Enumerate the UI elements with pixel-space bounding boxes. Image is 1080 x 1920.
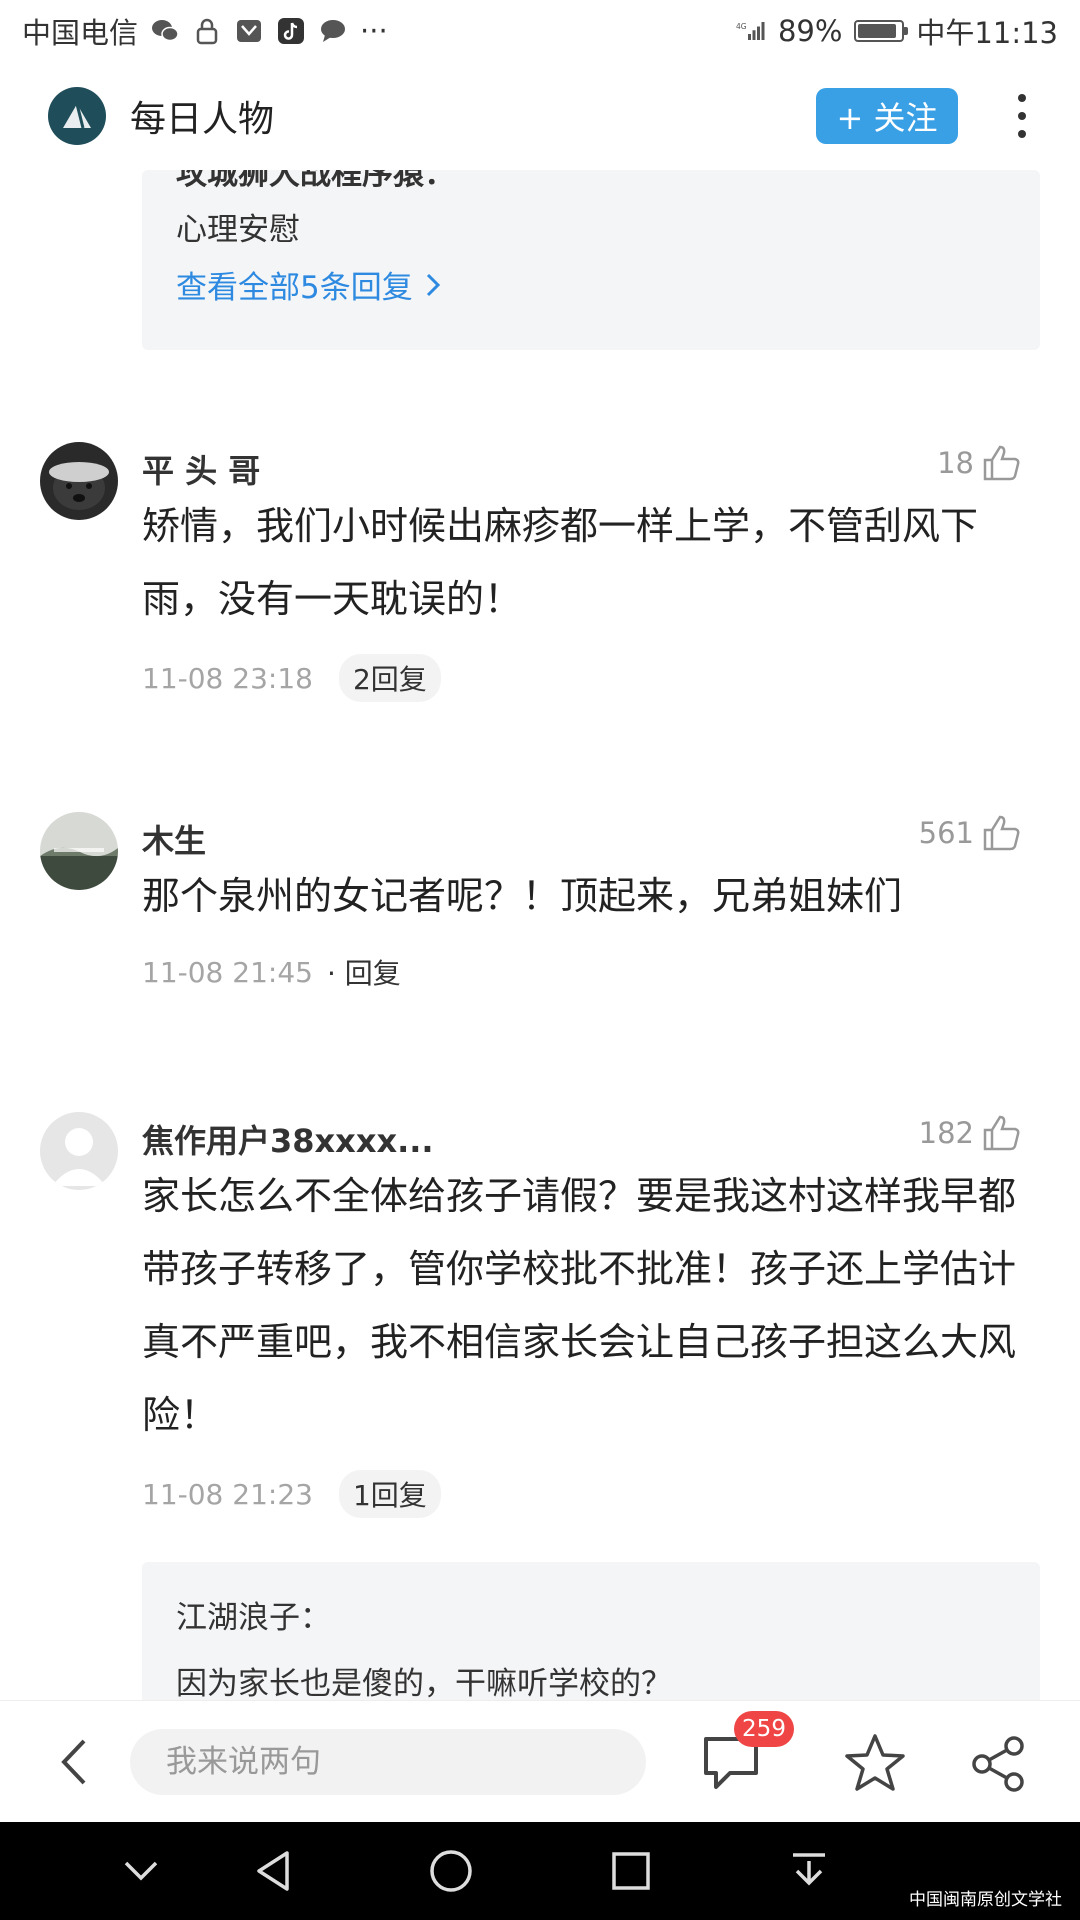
reply-author: 江湖浪子： bbox=[176, 1600, 331, 1636]
reply-text: 心理安慰 bbox=[176, 212, 300, 248]
comment-text: 矫情，我们小时候出麻疹都一样上学，不管刮风下雨，没有一天耽误的！ bbox=[142, 504, 979, 621]
battery-icon bbox=[854, 20, 909, 42]
follow-button[interactable]: + 关注 bbox=[816, 88, 958, 144]
comment-time: 11-08 23:18 bbox=[142, 661, 313, 695]
bottom-action-bar: 259 bbox=[0, 1700, 1080, 1822]
reply-button[interactable]: · 回复 bbox=[327, 952, 401, 992]
watermark-text: 中国闽南原创文学社 bbox=[909, 1890, 1062, 1910]
battery-percent: 89% bbox=[777, 14, 843, 48]
battery-fill bbox=[858, 24, 896, 38]
comment-input[interactable] bbox=[130, 1729, 646, 1795]
wechat-icon bbox=[150, 16, 180, 46]
comment-meta: 11-08 21:45 · 回复 bbox=[142, 952, 401, 992]
reply-count-button[interactable]: 2回复 bbox=[338, 654, 441, 702]
message-icon bbox=[318, 16, 348, 46]
channel-title[interactable]: 每日人物 bbox=[130, 90, 816, 142]
signal-icon: 4G bbox=[736, 16, 766, 46]
comment-meta: 11-08 21:23 1回复 bbox=[142, 1470, 441, 1518]
notification-pulldown-icon[interactable] bbox=[784, 1846, 834, 1896]
share-icon[interactable] bbox=[970, 1735, 1028, 1793]
thumbs-up-icon bbox=[983, 815, 1020, 851]
system-nav-bar: 中国闽南原创文学社 bbox=[0, 1822, 1080, 1920]
like-count: 18 bbox=[937, 446, 974, 480]
more-menu-icon[interactable] bbox=[1012, 94, 1032, 138]
reply-author: 攻城狮大战程序猿： bbox=[176, 170, 455, 192]
comment-list[interactable]: 攻城狮大战程序猿： 心理安慰 查看全部5条回复 平 头 哥 18 矫情，我们小时… bbox=[0, 170, 1080, 1700]
like-button[interactable]: 18 bbox=[937, 444, 1022, 482]
status-left: 中国电信 ··· bbox=[22, 10, 388, 52]
comment-username[interactable]: 焦作用户38xxxx... bbox=[142, 1116, 434, 1162]
status-bar: 中国电信 ··· 4G 89% 中午11:13 bbox=[0, 0, 1080, 62]
lock-notification-icon bbox=[192, 16, 222, 46]
comment-time: 11-08 21:23 bbox=[142, 1477, 313, 1511]
avatar[interactable] bbox=[40, 442, 118, 520]
view-all-label: 查看全部5条回复 bbox=[176, 270, 413, 306]
avatar[interactable] bbox=[40, 812, 118, 890]
view-all-replies-link[interactable]: 查看全部5条回复 bbox=[176, 262, 441, 307]
reply-thread: 攻城狮大战程序猿： 心理安慰 查看全部5条回复 bbox=[142, 170, 1040, 350]
comment-meta: 11-08 23:18 2回复 bbox=[142, 654, 441, 702]
app-header: 每日人物 + 关注 bbox=[0, 62, 1080, 170]
carrier-label: 中国电信 bbox=[22, 16, 139, 50]
channel-logo[interactable] bbox=[48, 87, 106, 145]
like-button[interactable]: 182 bbox=[919, 1114, 1022, 1152]
comment-username[interactable]: 木生 bbox=[142, 816, 206, 862]
back-arrow-icon[interactable] bbox=[56, 1737, 90, 1787]
tiktok-icon bbox=[276, 16, 306, 46]
reply-count-button[interactable]: 1回复 bbox=[338, 1470, 441, 1518]
reply-thread: 江湖浪子： 因为家长也是傻的，干嘛听学校的？ bbox=[142, 1562, 1040, 1700]
nav-back-icon[interactable] bbox=[248, 1846, 298, 1896]
comment-text: 家长怎么不全体给孩子请假？要是我这村这样我早都带孩子转移了，管你学校批不批准！孩… bbox=[142, 1174, 1017, 1437]
comment-username[interactable]: 平 头 哥 bbox=[142, 446, 260, 492]
comment-text: 那个泉州的女记者呢？！顶起来，兄弟姐妹们 bbox=[142, 874, 903, 918]
hide-nav-chevron-icon[interactable] bbox=[116, 1846, 166, 1896]
thumbs-up-icon bbox=[983, 1115, 1020, 1151]
app-notification-icon bbox=[234, 16, 264, 46]
avatar[interactable] bbox=[40, 1112, 118, 1190]
nav-recents-icon[interactable] bbox=[606, 1846, 656, 1896]
more-notifications-icon: ··· bbox=[360, 14, 388, 48]
like-count: 182 bbox=[918, 1116, 974, 1150]
comment-count-badge: 259 bbox=[734, 1711, 794, 1747]
chevron-right-icon bbox=[426, 273, 440, 296]
nav-home-icon[interactable] bbox=[426, 1846, 476, 1896]
thumbs-up-icon bbox=[983, 445, 1020, 481]
reply-text: 因为家长也是傻的，干嘛听学校的？ bbox=[176, 1666, 672, 1700]
clock: 中午11:13 bbox=[916, 16, 1058, 50]
comment-time: 11-08 21:45 bbox=[142, 955, 313, 989]
star-icon[interactable] bbox=[842, 1731, 908, 1797]
like-count: 561 bbox=[918, 816, 974, 850]
svg-text:4G: 4G bbox=[736, 22, 747, 31]
like-button[interactable]: 561 bbox=[919, 814, 1022, 852]
status-right: 4G 89% 中午11:13 bbox=[736, 10, 1058, 52]
